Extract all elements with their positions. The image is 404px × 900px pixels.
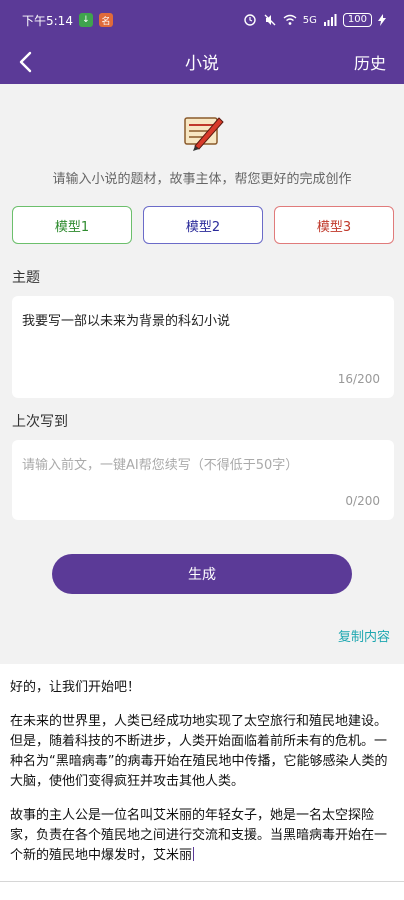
model-1-button[interactable]: 模型1 <box>12 206 132 244</box>
previous-text-input[interactable]: 请输入前文，一键AI帮您续写（不得低于50字） 0/200 <box>12 440 394 520</box>
writing-logo-icon <box>184 117 224 151</box>
topic-char-counter: 16/200 <box>337 372 380 386</box>
charging-icon <box>378 14 386 26</box>
battery-indicator: 100 <box>342 13 372 27</box>
text-cursor <box>193 847 195 861</box>
topic-label: 主题 <box>12 270 40 286</box>
output-text-area[interactable]: 好的，让我们开始吧！ 在未来的世界里，人类已经成功地实现了太空旅行和殖民地建设。… <box>0 664 404 900</box>
signal-icon <box>323 14 337 26</box>
model-2-button[interactable]: 模型2 <box>143 206 263 244</box>
download-badge-icon: ↓ <box>78 13 93 27</box>
previous-char-counter: 0/200 <box>345 494 380 508</box>
output-paragraph: 好的，让我们开始吧！ <box>10 680 141 695</box>
status-time: 下午5:14 <box>22 13 73 28</box>
model-selector: 模型1 模型2 模型3 <box>12 206 394 244</box>
output-paragraph: 故事的主人公是一位名叫艾米丽的年轻女子，她是一名太空探险家，负责在各个殖民地之间… <box>10 806 394 866</box>
copy-content-button[interactable]: 复制内容 <box>338 626 390 645</box>
generate-button[interactable]: 生成 <box>52 554 352 594</box>
status-right: 5G 100 <box>243 13 386 27</box>
network-label: 5G <box>302 14 317 26</box>
output-paragraph: 在未来的世界里，人类已经成功地实现了太空旅行和殖民地建设。但是，随着科技的不断进… <box>10 714 388 789</box>
topic-input-value: 我要写一部以未来为背景的科幻小说 <box>22 314 231 329</box>
navbar: 历史 <box>0 40 404 84</box>
intro-text: 请输入小说的题材，故事主体，帮您更好的完成创作 <box>52 172 352 187</box>
previous-input-placeholder: 请输入前文，一键AI帮您续写（不得低于50字） <box>22 458 299 473</box>
topic-input[interactable]: 我要写一部以未来为背景的科幻小说 16/200 <box>12 296 394 398</box>
wifi-icon <box>283 14 297 25</box>
status-bar: 下午5:14 ↓ 名 5G 100 <box>0 0 404 40</box>
app-badge-icon: 名 <box>98 13 113 27</box>
alarm-icon <box>244 14 256 26</box>
app-header: 下午5:14 ↓ 名 5G 100 历史 小说 <box>0 0 404 84</box>
bottom-divider <box>0 881 404 882</box>
model-3-button[interactable]: 模型3 <box>274 206 394 244</box>
back-arrow-icon[interactable] <box>12 48 40 76</box>
status-left: 下午5:14 ↓ 名 <box>22 12 113 29</box>
history-button[interactable]: 历史 <box>354 50 386 74</box>
previous-label: 上次写到 <box>12 414 68 430</box>
output-paragraph-text: 故事的主人公是一位名叫艾米丽的年轻女子，她是一名太空探险家，负责在各个殖民地之间… <box>10 808 388 863</box>
mute-icon <box>264 14 276 26</box>
